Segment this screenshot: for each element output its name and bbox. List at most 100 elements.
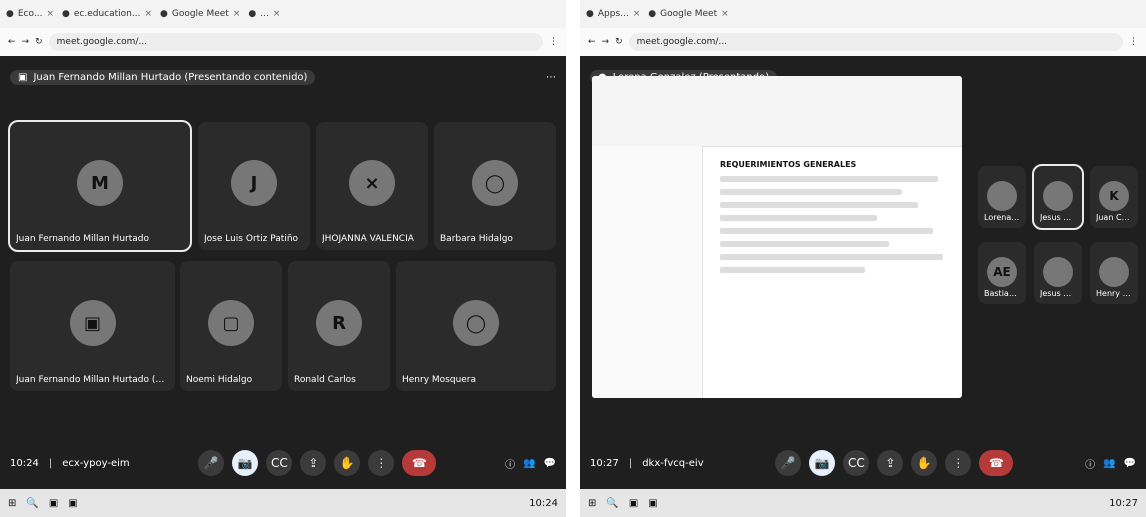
close-tab-icon[interactable]: × bbox=[633, 9, 641, 19]
camera-button[interactable]: 📷 bbox=[809, 450, 836, 476]
forward-icon[interactable]: → bbox=[22, 37, 30, 47]
browser-tab-2[interactable]: ● ec.education... × bbox=[62, 9, 152, 19]
meet-bottom-bar: 10:27 | dkx-fvcq-eiv 🎤 📷 CC ⇪ ✋ ⋮ ☎ ⓘ 👥 … bbox=[590, 443, 1136, 483]
participant-tile[interactable]: Lorena Gonzalez bbox=[978, 166, 1026, 228]
participant-name: Bastian Torres bbox=[984, 289, 1020, 298]
close-tab-icon[interactable]: × bbox=[273, 9, 281, 19]
participant-tile[interactable]: ▣ Juan Fernando Millan Hurtado (presenta… bbox=[10, 261, 175, 391]
participant-tile[interactable]: M Juan Fernando Millan Hurtado bbox=[8, 120, 192, 252]
leave-call-button[interactable]: ☎ bbox=[402, 450, 437, 476]
captions-button[interactable]: CC bbox=[266, 450, 293, 476]
reload-icon[interactable]: ↻ bbox=[615, 37, 623, 47]
search-icon[interactable]: 🔍 bbox=[26, 498, 38, 509]
people-icon[interactable]: 👥 bbox=[1103, 458, 1115, 469]
participant-name: Jesus Galindo bbox=[1040, 289, 1076, 298]
avatar: J bbox=[231, 160, 277, 207]
close-tab-icon[interactable]: × bbox=[46, 9, 54, 19]
text-line bbox=[720, 267, 866, 273]
participant-name: Barbara Hidalgo bbox=[440, 234, 513, 244]
forward-icon[interactable]: → bbox=[602, 37, 610, 47]
more-options-button[interactable]: ⋮ bbox=[945, 450, 972, 476]
browser-tab-1[interactable]: ● Eco... × bbox=[6, 9, 54, 19]
participant-tile[interactable]: R Ronald Carlos bbox=[288, 261, 390, 391]
more-vertical-icon: ⋮ bbox=[952, 456, 965, 470]
tab-icon: ● bbox=[61, 9, 70, 19]
info-icon[interactable]: ⓘ bbox=[1085, 456, 1095, 471]
back-icon[interactable]: ← bbox=[588, 37, 596, 47]
separator: | bbox=[628, 457, 633, 469]
participant-tile[interactable]: ◯ Barbara Hidalgo bbox=[434, 122, 556, 250]
avatar bbox=[987, 180, 1017, 211]
participant-name: Juan Fernando Millan Hurtado bbox=[16, 234, 149, 244]
mic-button[interactable]: 🎤 bbox=[198, 450, 225, 476]
participant-tile[interactable]: ⨯ JHOJANNA VALENCIA bbox=[316, 122, 428, 250]
raise-hand-button[interactable]: ✋ bbox=[911, 450, 938, 476]
url-field[interactable]: meet.google.com/... bbox=[628, 33, 1123, 51]
participant-tile[interactable]: K Juan Carlos bbox=[1090, 166, 1138, 228]
extensions-icon[interactable]: ⋮ bbox=[549, 37, 558, 47]
more-options-button[interactable]: ⋮ bbox=[368, 450, 395, 476]
profile-photo-icon: ◯ bbox=[484, 172, 506, 194]
text-line bbox=[720, 176, 938, 182]
raise-hand-button[interactable]: ✋ bbox=[334, 450, 361, 476]
url-field[interactable]: meet.google.com/... bbox=[48, 33, 543, 51]
start-icon[interactable]: ⊞ bbox=[588, 498, 596, 509]
tab-icon: ● bbox=[586, 9, 594, 19]
participant-name: Lorena Gonzalez bbox=[984, 213, 1020, 222]
browser-tab-1[interactable]: ● Apps... × bbox=[586, 9, 640, 19]
more-vertical-icon: ⋮ bbox=[375, 456, 388, 470]
start-icon[interactable]: ⊞ bbox=[8, 498, 16, 509]
meet-view: ▣ Juan Fernando Millan Hurtado (Presenta… bbox=[0, 56, 566, 489]
taskbar-app-icon[interactable]: ▣ bbox=[68, 498, 77, 509]
reload-icon[interactable]: ↻ bbox=[35, 37, 43, 47]
present-button[interactable]: ⇪ bbox=[877, 450, 904, 476]
presenting-text: Juan Fernando Millan Hurtado (Presentand… bbox=[33, 71, 308, 83]
close-tab-icon[interactable]: × bbox=[233, 9, 241, 19]
avatar-initial: K bbox=[1109, 188, 1119, 203]
participant-name: Jesus Diego bbox=[1040, 213, 1076, 222]
participant-tile[interactable]: Jesus Diego bbox=[1032, 164, 1084, 230]
captions-button[interactable]: CC bbox=[843, 450, 870, 476]
taskbar-app-icon[interactable]: ▣ bbox=[648, 498, 657, 509]
camera-button[interactable]: 📷 bbox=[232, 450, 259, 476]
document-ribbon bbox=[592, 76, 962, 147]
browser-tab-3[interactable]: ● Google Meet × bbox=[160, 9, 240, 19]
back-icon[interactable]: ← bbox=[8, 37, 16, 47]
extensions-icon[interactable]: ⋮ bbox=[1129, 37, 1138, 47]
hangup-icon: ☎ bbox=[988, 456, 1004, 470]
avatar: ◯ bbox=[453, 300, 499, 347]
chat-icon[interactable]: 💬 bbox=[544, 458, 556, 469]
camera-icon: 📷 bbox=[814, 456, 830, 470]
document-page: REQUERIMIENTOS GENERALES bbox=[710, 152, 952, 388]
search-icon[interactable]: 🔍 bbox=[606, 498, 618, 509]
participant-name: Ronald Carlos bbox=[294, 375, 356, 385]
close-tab-icon[interactable]: × bbox=[721, 9, 729, 19]
people-icon[interactable]: 👥 bbox=[523, 458, 535, 469]
side-panel-controls: ⓘ 👥 💬 bbox=[505, 456, 556, 471]
participant-tile[interactable]: Jesus Galindo bbox=[1034, 242, 1082, 304]
info-icon[interactable]: ⓘ bbox=[505, 456, 515, 471]
avatar: K bbox=[1099, 180, 1129, 211]
captions-icon: CC bbox=[847, 456, 865, 470]
meet-view: ● Lorena Gonzalez (Presentando) REQUERIM… bbox=[580, 56, 1146, 489]
taskbar-app-icon[interactable]: ▣ bbox=[629, 498, 638, 509]
avatar: R bbox=[316, 300, 362, 347]
participant-tile[interactable]: ▢ Noemi Hidalgo bbox=[180, 261, 282, 391]
url-text: meet.google.com/... bbox=[56, 37, 148, 47]
participant-tile[interactable]: ◯ Henry Mosquera bbox=[396, 261, 556, 391]
mic-button[interactable]: 🎤 bbox=[775, 450, 802, 476]
text-line bbox=[720, 202, 919, 208]
close-tab-icon[interactable]: × bbox=[144, 9, 152, 19]
participant-tile[interactable]: Henry Mosquera bbox=[1090, 242, 1138, 304]
present-button[interactable]: ⇪ bbox=[300, 450, 327, 476]
avatar: AE bbox=[987, 256, 1017, 287]
participant-tile[interactable]: AE Bastian Torres bbox=[978, 242, 1026, 304]
avatar: ⨯ bbox=[349, 160, 395, 207]
more-icon[interactable]: ⋯ bbox=[546, 72, 556, 83]
browser-tab-4[interactable]: ●... × bbox=[248, 9, 280, 19]
chat-icon[interactable]: 💬 bbox=[1124, 458, 1136, 469]
leave-call-button[interactable]: ☎ bbox=[979, 450, 1014, 476]
participant-tile[interactable]: J Jose Luis Ortiz Patiño bbox=[198, 122, 310, 250]
browser-tab-2[interactable]: ● Google Meet × bbox=[648, 9, 728, 19]
taskbar-app-icon[interactable]: ▣ bbox=[49, 498, 58, 509]
